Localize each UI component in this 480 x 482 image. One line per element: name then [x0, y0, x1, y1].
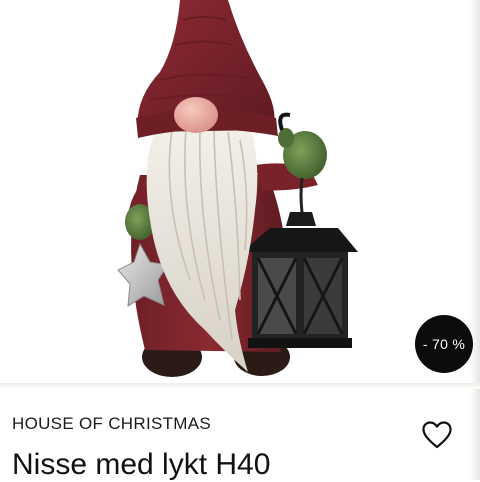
discount-badge-label: - 70 % — [422, 336, 466, 352]
product-brand[interactable]: HOUSE OF CHRISTMAS — [12, 414, 211, 434]
heart-outline-icon — [422, 421, 452, 449]
favorite-button[interactable] — [421, 420, 453, 450]
product-title[interactable]: Nisse med lykt H40 — [12, 448, 270, 482]
discount-badge: - 70 % — [415, 315, 473, 373]
product-image[interactable] — [0, 0, 480, 384]
image-divider — [0, 383, 480, 389]
gnome-figurine-image — [117, 0, 358, 377]
page-edge-shadow — [470, 0, 480, 480]
